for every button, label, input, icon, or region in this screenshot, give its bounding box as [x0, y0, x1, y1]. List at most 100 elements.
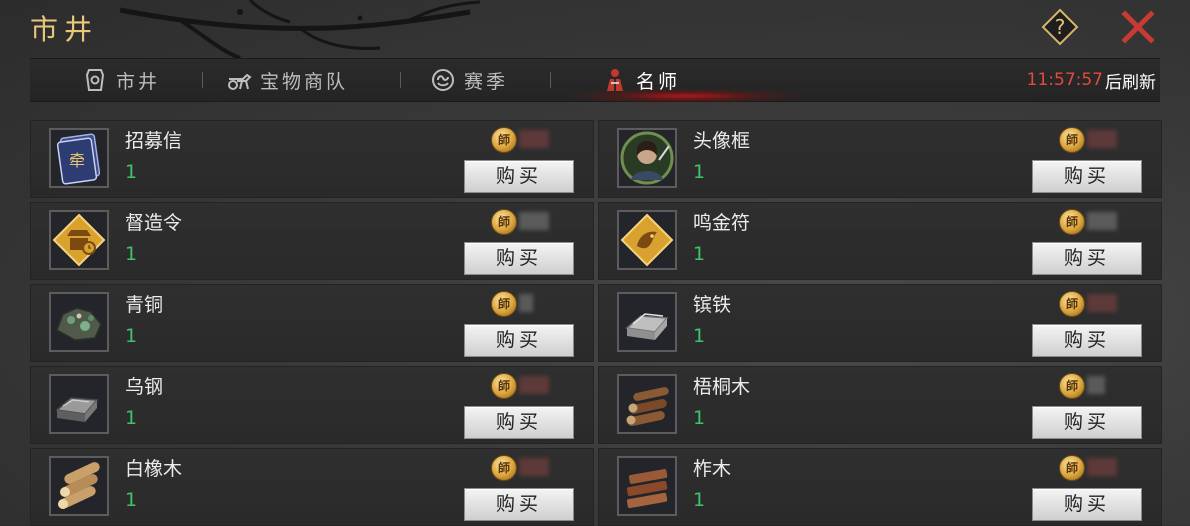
- iron-ingot-icon: [619, 294, 675, 350]
- coin-icon: 師: [491, 127, 517, 153]
- question-icon: ?: [1041, 8, 1079, 46]
- item-quantity: 1: [693, 243, 706, 265]
- close-icon: [1121, 10, 1155, 44]
- item-name: 鸣金符: [693, 212, 751, 234]
- item-quantity: 1: [125, 325, 138, 347]
- item-name: 白橡木: [125, 458, 183, 480]
- market-icon: [85, 69, 105, 91]
- coin-icon: 師: [1059, 291, 1085, 317]
- buy-button[interactable]: 购买: [464, 160, 574, 193]
- item-quantity: 1: [693, 489, 706, 511]
- shop-item-card: 牵 招募信 1 師 购买: [30, 120, 594, 198]
- item-name: 乌钢: [125, 376, 164, 398]
- paulownia-wood-icon: [619, 376, 675, 432]
- item-quantity: 1: [125, 243, 138, 265]
- coin-icon: 師: [1059, 455, 1085, 481]
- buy-button[interactable]: 购买: [464, 488, 574, 521]
- close-button[interactable]: [1119, 8, 1157, 46]
- item-icon-box: [49, 456, 109, 516]
- supervise-order-icon: [51, 212, 107, 268]
- item-name: 柞木: [693, 458, 732, 480]
- item-quantity: 1: [125, 489, 138, 511]
- tab-divider: [202, 72, 203, 88]
- item-price-redacted: [1087, 130, 1117, 148]
- item-icon-box: [617, 210, 677, 270]
- tab-bar: 市井 宝物商队 赛季 名师 11:57:57 后刷新: [30, 58, 1160, 103]
- svg-text:牵: 牵: [69, 151, 85, 170]
- shop-item-card: 头像框 1 師 购买: [598, 120, 1162, 198]
- coin-icon: 師: [491, 373, 517, 399]
- shop-item-card: 青铜 1 師 购买: [30, 284, 594, 362]
- season-icon: [432, 69, 454, 91]
- refresh-label: 后刷新: [1105, 72, 1156, 93]
- item-name: 青铜: [125, 294, 164, 316]
- item-name: 头像框: [693, 130, 751, 152]
- item-price-redacted: [519, 212, 549, 230]
- bronze-ore-icon: [51, 294, 107, 350]
- buy-button[interactable]: 购买: [464, 242, 574, 275]
- shop-item-card: 镔铁 1 師 购买: [598, 284, 1162, 362]
- recruit-letter-icon: 牵: [51, 130, 107, 186]
- white-oak-icon: [51, 458, 107, 514]
- coin-icon: 師: [1059, 209, 1085, 235]
- coin-icon: 師: [1059, 127, 1085, 153]
- item-icon-box: [617, 374, 677, 434]
- tab-divider: [550, 72, 551, 88]
- refresh-time: 11:57:57: [1026, 70, 1103, 90]
- item-price-redacted: [1087, 212, 1117, 230]
- buy-button[interactable]: 购买: [1032, 324, 1142, 357]
- buy-button[interactable]: 购买: [1032, 406, 1142, 439]
- buy-button[interactable]: 购买: [1032, 242, 1142, 275]
- item-quantity: 1: [693, 325, 706, 347]
- buy-button[interactable]: 购买: [464, 324, 574, 357]
- caravan-icon: [228, 73, 252, 90]
- item-price-redacted: [1087, 294, 1117, 312]
- tab-label: 市井: [116, 70, 161, 93]
- item-icon-box: [617, 292, 677, 352]
- tab-label: 名师: [636, 70, 681, 93]
- gong-talisman-icon: [619, 212, 675, 268]
- item-icon-box: [49, 374, 109, 434]
- shop-item-card: 鸣金符 1 師 购买: [598, 202, 1162, 280]
- item-price-redacted: [1087, 376, 1105, 394]
- item-name: 梧桐木: [693, 376, 751, 398]
- tab-master[interactable]: 名师: [602, 59, 680, 101]
- item-name: 招募信: [125, 130, 183, 152]
- buy-button[interactable]: 购买: [1032, 160, 1142, 193]
- tab-caravan[interactable]: 宝物商队: [226, 59, 348, 101]
- oak-wood-icon: [619, 458, 675, 514]
- page-title: 市井: [30, 13, 99, 46]
- item-price-redacted: [519, 294, 533, 312]
- item-name: 镔铁: [693, 294, 732, 316]
- item-quantity: 1: [693, 161, 706, 183]
- coin-icon: 師: [1059, 373, 1085, 399]
- buy-button[interactable]: 购买: [464, 406, 574, 439]
- shop-item-card: 梧桐木 1 師 购买: [598, 366, 1162, 444]
- item-price-redacted: [519, 376, 549, 394]
- buy-button[interactable]: 购买: [1032, 488, 1142, 521]
- coin-icon: 師: [491, 291, 517, 317]
- item-quantity: 1: [693, 407, 706, 429]
- item-name: 督造令: [125, 212, 183, 234]
- item-quantity: 1: [125, 161, 138, 183]
- black-steel-icon: [51, 376, 107, 432]
- item-icon-box: [617, 128, 677, 188]
- tab-label: 赛季: [464, 70, 509, 93]
- help-button[interactable]: ?: [1041, 8, 1079, 46]
- shop-item-card: 乌钢 1 師 购买: [30, 366, 594, 444]
- item-quantity: 1: [125, 407, 138, 429]
- tab-season[interactable]: 赛季: [430, 59, 508, 101]
- item-icon-box: 牵: [49, 128, 109, 188]
- coin-icon: 師: [491, 455, 517, 481]
- item-icon-box: [49, 292, 109, 352]
- svg-text:?: ?: [1055, 15, 1066, 39]
- shop-item-card: 柞木 1 師 购买: [598, 448, 1162, 526]
- refresh-timer: 11:57:57 后刷新: [1027, 59, 1156, 101]
- master-icon: [607, 69, 623, 91]
- item-icon-box: [49, 210, 109, 270]
- item-price-redacted: [519, 130, 549, 148]
- tab-market[interactable]: 市井: [82, 59, 160, 101]
- shop-item-card: 督造令 1 師 购买: [30, 202, 594, 280]
- shop-item-card: 白橡木 1 師 购买: [30, 448, 594, 526]
- avatar-frame-icon: [619, 130, 675, 186]
